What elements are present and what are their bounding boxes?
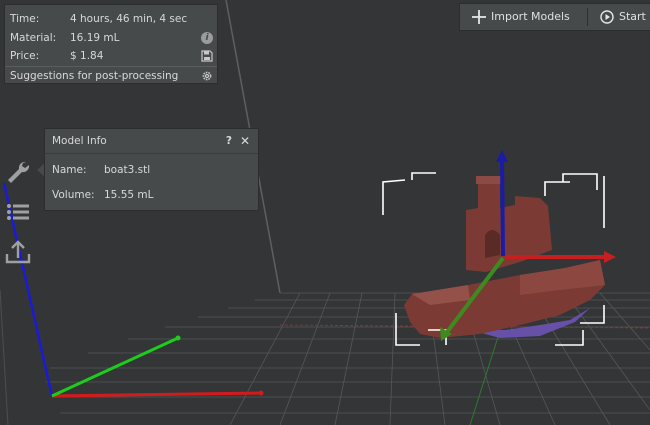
gizmo-z-handle[interactable] bbox=[500, 157, 505, 257]
time-value: 4 hours, 46 min, 4 sec bbox=[70, 13, 188, 25]
top-toolbar: Import Models Start Sl bbox=[459, 3, 650, 31]
material-row: Material: 16.19 mL i bbox=[10, 29, 215, 47]
gizmo-z-arrow[interactable] bbox=[496, 150, 508, 162]
help-button[interactable]: ? bbox=[226, 129, 232, 153]
x-axis-end bbox=[258, 390, 264, 396]
start-slicing-button[interactable]: Start Sl bbox=[600, 4, 650, 30]
suggestions-label[interactable]: Suggestions for post-processing bbox=[10, 67, 178, 85]
model-info-title: Model Info bbox=[52, 135, 107, 147]
y-axis bbox=[51, 336, 179, 398]
list-icon[interactable] bbox=[4, 198, 32, 226]
model-name-label: Name: bbox=[52, 164, 87, 176]
model-volume-label: Volume: bbox=[52, 189, 95, 201]
suggestions-row[interactable]: Suggestions for post-processing bbox=[10, 67, 215, 85]
material-label: Material: bbox=[10, 32, 57, 44]
wrench-icon[interactable] bbox=[4, 158, 32, 186]
toolbar-separator bbox=[587, 8, 588, 26]
export-icon[interactable] bbox=[4, 238, 32, 266]
price-label: Price: bbox=[10, 50, 40, 62]
price-value: $ 1.84 bbox=[70, 50, 104, 62]
save-icon[interactable] bbox=[201, 50, 213, 62]
model-volume-row: Volume: 15.55 mL bbox=[52, 186, 153, 204]
model-info-header: Model Info ? ✕ bbox=[45, 129, 258, 154]
y-axis-end bbox=[175, 335, 181, 341]
model-cabin-window bbox=[485, 230, 500, 258]
gear-icon[interactable] bbox=[201, 70, 213, 82]
material-value: 16.19 mL bbox=[70, 32, 120, 44]
model-name-value: boat3.stl bbox=[104, 164, 151, 176]
print-estimate-panel: Time: 4 hours, 46 min, 4 sec Material: 1… bbox=[4, 4, 218, 84]
frame-line bbox=[0, 289, 9, 425]
x-axis bbox=[51, 391, 263, 398]
info-icon[interactable]: i bbox=[201, 32, 213, 44]
close-button[interactable]: ✕ bbox=[240, 129, 250, 153]
time-row: Time: 4 hours, 46 min, 4 sec bbox=[10, 10, 215, 28]
start-slicing-label: Start Sl bbox=[619, 10, 650, 23]
price-row: Price: $ 1.84 bbox=[10, 47, 215, 65]
import-models-label: Import Models bbox=[491, 10, 570, 23]
play-icon bbox=[600, 10, 614, 24]
model-info-popup: Model Info ? ✕ Name: boat3.stl Volume: 1… bbox=[44, 128, 259, 211]
plus-icon bbox=[472, 10, 486, 24]
model-chimney-top bbox=[476, 176, 502, 184]
time-label: Time: bbox=[10, 13, 40, 25]
model-volume-value: 15.55 mL bbox=[104, 189, 154, 201]
gizmo-x-arrow[interactable] bbox=[604, 251, 616, 263]
model-name-row: Name: boat3.stl bbox=[52, 161, 150, 179]
